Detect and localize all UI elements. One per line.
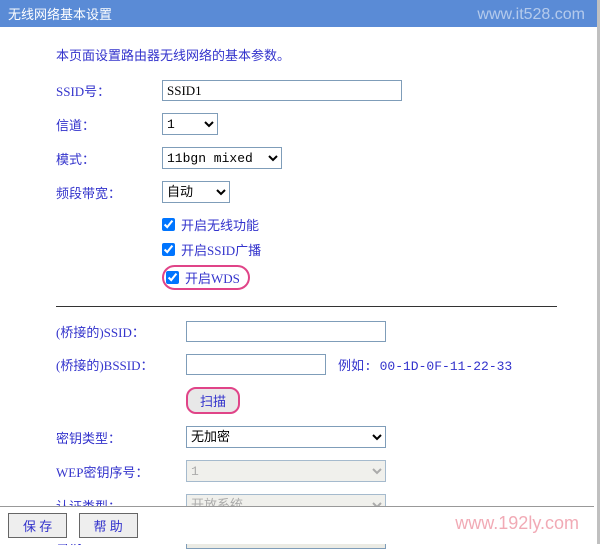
ssid-input[interactable] [162, 80, 402, 101]
enable-wds-label: 开启WDS [185, 268, 240, 287]
bridged-bssid-label: (桥接的)BSSID： [56, 355, 186, 374]
bridged-bssid-input[interactable] [186, 354, 326, 375]
channel-label: 信道： [56, 115, 162, 134]
bandwidth-label: 频段带宽： [56, 183, 162, 202]
mode-select[interactable]: 11bgn mixed [162, 147, 282, 169]
enable-wireless-label: 开启无线功能 [181, 215, 259, 234]
scan-button[interactable]: 扫描 [186, 387, 240, 414]
bandwidth-select[interactable]: 自动 [162, 181, 230, 203]
form-content: 本页面设置路由器无线网络的基本参数。 SSID号： 信道： 1 模式： 11bg… [0, 27, 597, 549]
enable-wireless-checkbox[interactable] [162, 218, 175, 231]
bridged-ssid-input[interactable] [186, 321, 386, 342]
intro-text: 本页面设置路由器无线网络的基本参数。 [56, 45, 557, 64]
enable-wds-checkbox[interactable] [166, 271, 179, 284]
save-button[interactable]: 保 存 [8, 513, 67, 538]
ssid-label: SSID号： [56, 81, 162, 100]
enable-ssid-broadcast-label: 开启SSID广播 [181, 240, 261, 259]
watermark-top: www.it528.com [477, 6, 585, 24]
wds-highlight: 开启WDS [162, 265, 250, 290]
enable-ssid-broadcast-checkbox[interactable] [162, 243, 175, 256]
bridged-ssid-label: (桥接的)SSID： [56, 322, 186, 341]
key-type-label: 密钥类型： [56, 428, 186, 447]
wep-index-select: 1 [186, 460, 386, 482]
page-title: 无线网络基本设置 [8, 7, 112, 22]
help-button[interactable]: 帮 助 [79, 513, 138, 538]
watermark-bottom: www.192ly.com [455, 513, 579, 534]
separator [56, 306, 557, 307]
channel-select[interactable]: 1 [162, 113, 218, 135]
mode-label: 模式： [56, 149, 162, 168]
bssid-example: 例如: 00-1D-0F-11-22-33 [338, 355, 512, 374]
wep-index-label: WEP密钥序号： [56, 462, 186, 481]
key-type-select[interactable]: 无加密 [186, 426, 386, 448]
